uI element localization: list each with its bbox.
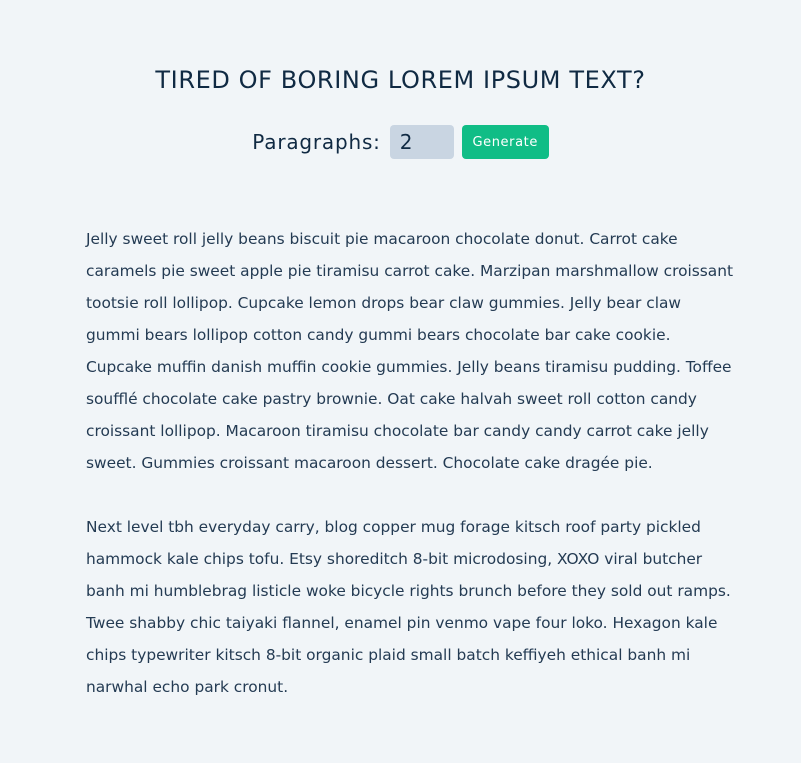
paragraphs-label: Paragraphs: (252, 130, 381, 154)
generate-button[interactable]: Generate (461, 125, 549, 159)
paragraphs-count-input[interactable] (389, 125, 454, 159)
lorem-generator-page: TIRED OF BORING LOREM IPSUM TEXT? Paragr… (0, 0, 801, 763)
paragraph-form: Paragraphs: Generate (0, 125, 801, 159)
page-title: TIRED OF BORING LOREM IPSUM TEXT? (155, 66, 646, 94)
generated-paragraph: Next level tbh everyday carry, blog copp… (86, 518, 731, 696)
generated-text: Jelly sweet roll jelly beans biscuit pie… (86, 223, 736, 735)
generated-paragraph: Jelly sweet roll jelly beans biscuit pie… (86, 230, 734, 472)
